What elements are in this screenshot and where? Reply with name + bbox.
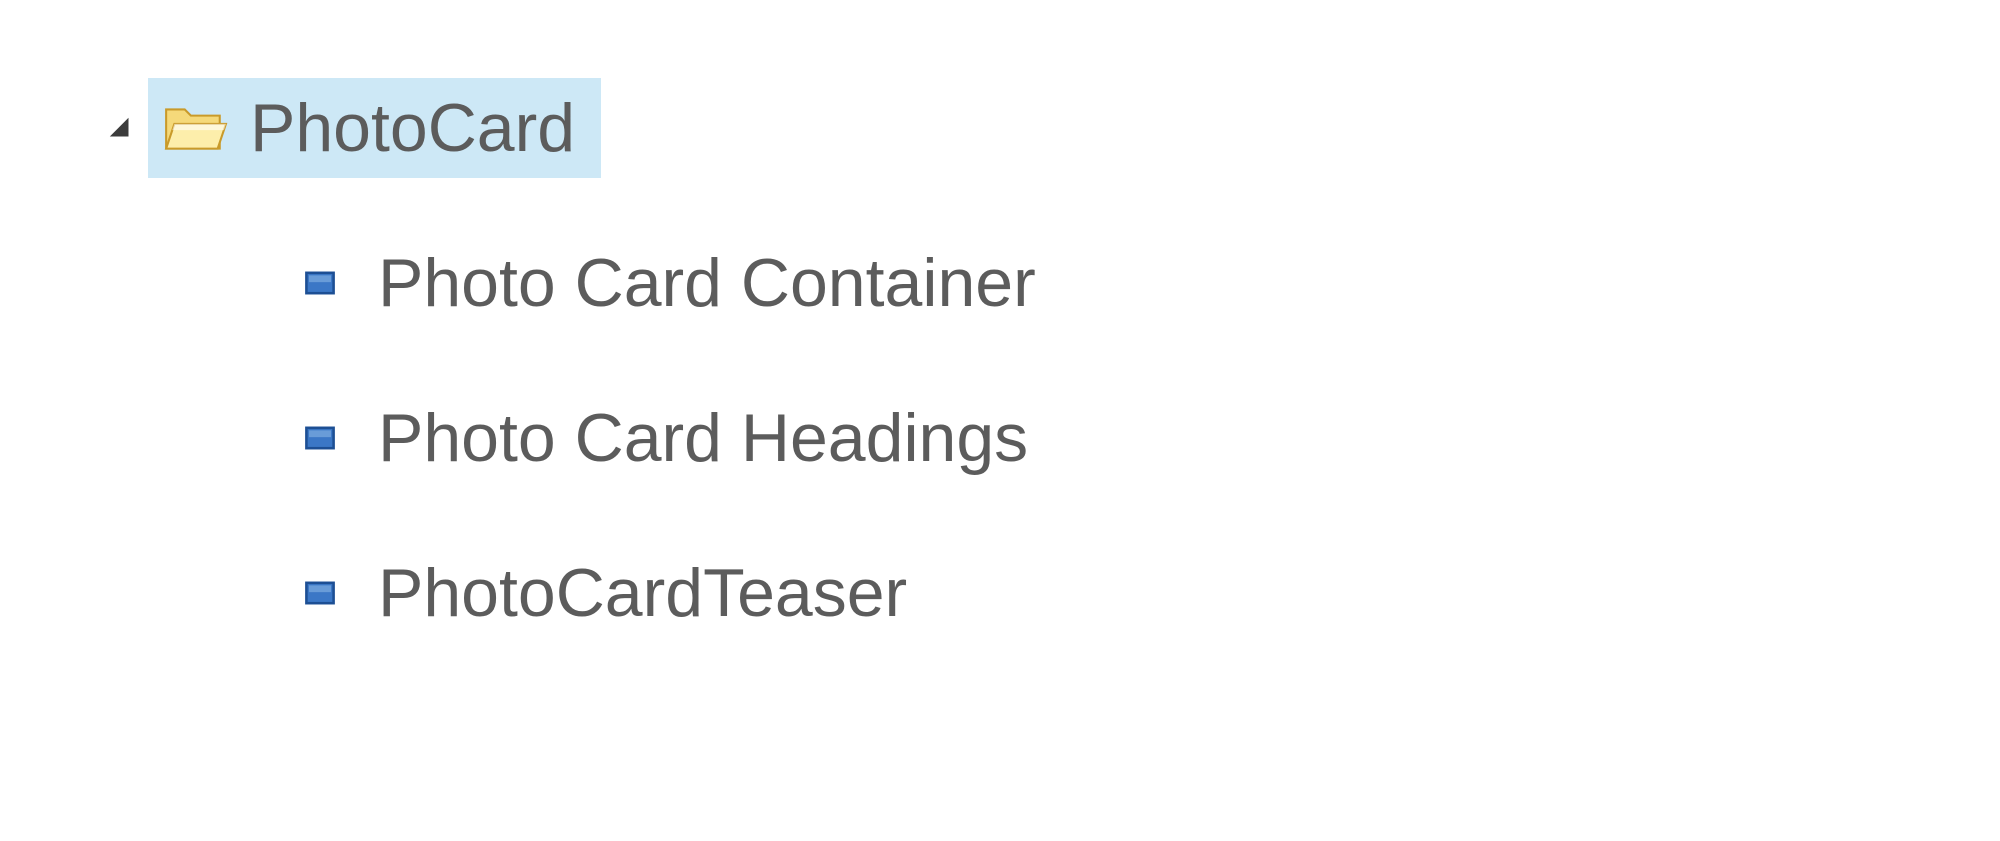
tree-node-selected[interactable]: PhotoCard	[148, 78, 601, 178]
tree-node-child[interactable]: Photo Card Headings	[300, 385, 2000, 490]
collapse-icon[interactable]	[100, 108, 140, 148]
tree-node-label: Photo Card Container	[378, 249, 1036, 317]
template-item-icon	[300, 573, 340, 613]
tree-view: PhotoCard Photo Card Container Photo Car…	[100, 75, 2000, 645]
tree-node-parent[interactable]: PhotoCard	[100, 75, 2000, 180]
tree-node-child[interactable]: Photo Card Container	[300, 230, 2000, 335]
tree-node-label: Photo Card Headings	[378, 404, 1028, 472]
folder-open-icon	[162, 95, 228, 161]
template-item-icon	[300, 263, 340, 303]
tree-node-label: PhotoCard	[250, 94, 575, 162]
tree-node-child[interactable]: PhotoCardTeaser	[300, 540, 2000, 645]
tree-node-label: PhotoCardTeaser	[378, 559, 907, 627]
template-item-icon	[300, 418, 340, 458]
